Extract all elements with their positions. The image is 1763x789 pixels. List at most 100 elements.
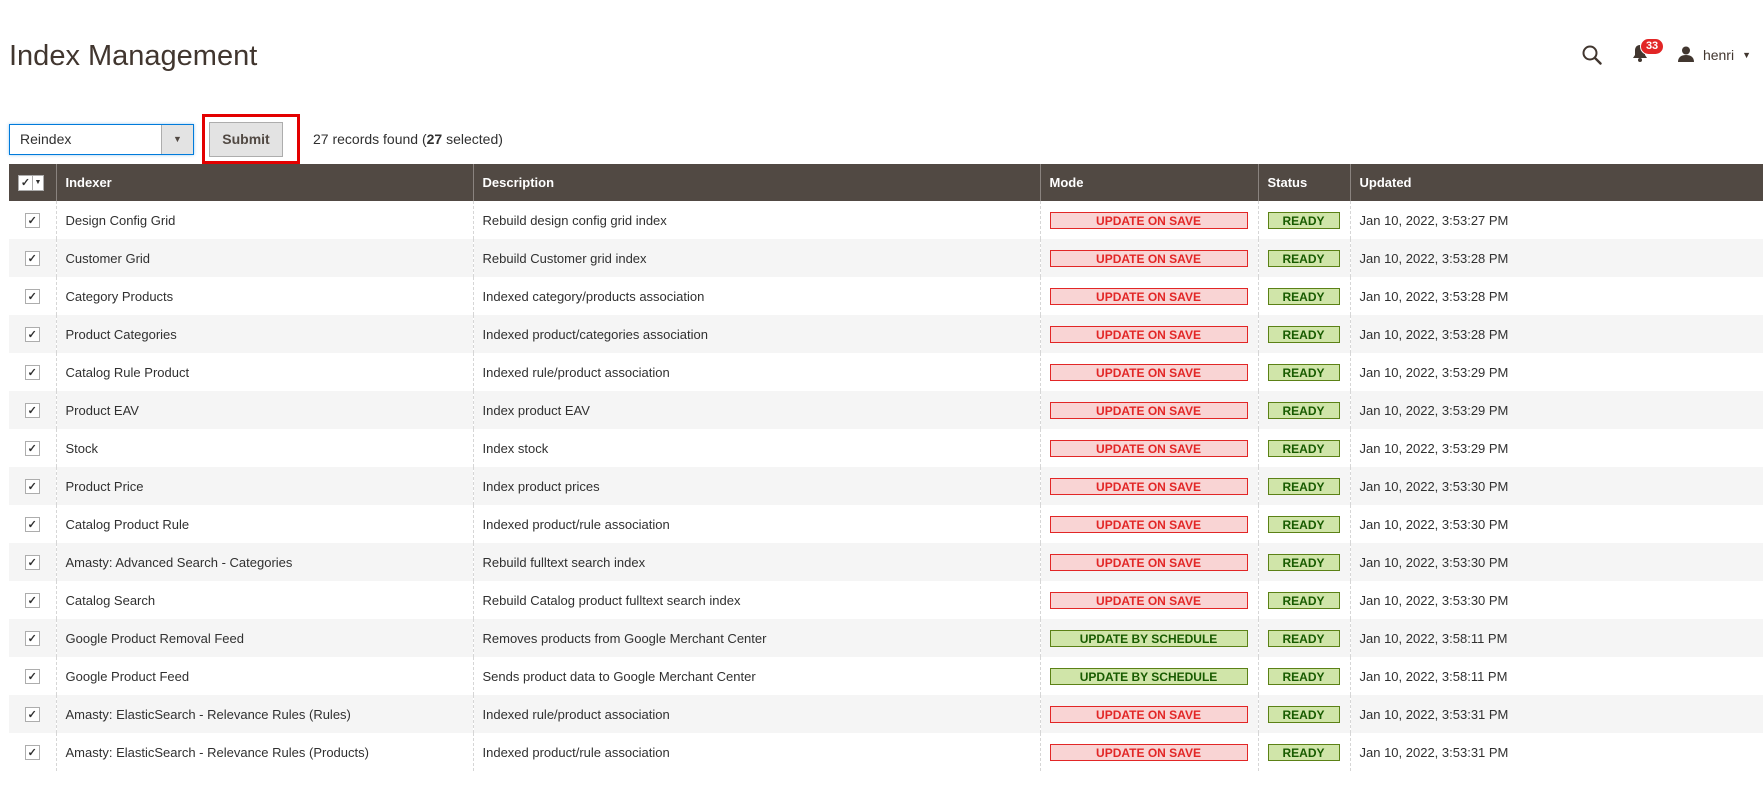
checkmark-icon: ✓ <box>27 253 37 265</box>
row-checkbox[interactable]: ✓ <box>24 251 40 266</box>
indexer-description: Removes products from Google Merchant Ce… <box>472 619 1040 657</box>
mode-cell: UPDATE ON SAVE <box>1039 505 1258 543</box>
row-checkbox[interactable]: ✓ <box>24 517 40 532</box>
status-badge: READY <box>1267 667 1340 685</box>
indexer-description: Indexed product/rule association <box>472 733 1040 771</box>
status-badge: READY <box>1267 439 1340 457</box>
column-header-updated[interactable]: Updated <box>1349 164 1763 201</box>
status-cell: READY <box>1257 581 1350 619</box>
table-row: ✓ Catalog Rule Product Indexed rule/produc… <box>9 353 1763 391</box>
mass-action-select[interactable]: Reindex ▼ <box>9 123 194 155</box>
table-row: ✓ Google Product Feed Sends product data t… <box>9 657 1763 695</box>
chevron-down-icon: ▼ <box>1742 50 1751 60</box>
header-actions: 33 henri ▼ <box>1577 38 1751 70</box>
updated-at: Jan 10, 2022, 3:53:29 PM <box>1349 353 1763 391</box>
row-select-cell: ✓ <box>9 391 56 429</box>
search-icon[interactable] <box>1577 40 1607 70</box>
row-select-cell: ✓ <box>9 657 56 695</box>
selected-count: 27 <box>426 131 443 147</box>
submit-button[interactable]: Submit <box>209 121 283 157</box>
status-cell: READY <box>1257 505 1350 543</box>
table-row: ✓ Category Products Indexed category/produ… <box>9 277 1763 315</box>
checkmark-icon: ✓ <box>27 329 37 341</box>
status-badge: READY <box>1267 515 1340 533</box>
row-checkbox[interactable]: ✓ <box>24 631 40 646</box>
indexer-grid: ✓ ▼ Indexer Description Mode Status Upda… <box>9 164 1763 771</box>
mode-cell: UPDATE ON SAVE <box>1039 391 1258 429</box>
table-row: ✓ Amasty: ElasticSearch - Relevance Rules… <box>9 733 1763 771</box>
table-row: ✓ Amasty: ElasticSearch - Relevance Rules… <box>9 695 1763 733</box>
mode-badge: UPDATE ON SAVE <box>1049 591 1248 609</box>
indexer-name: Category Products <box>55 277 473 315</box>
indexer-description: Rebuild Catalog product fulltext search … <box>472 581 1040 619</box>
row-checkbox[interactable]: ✓ <box>24 365 40 380</box>
indexer-description: Index product prices <box>472 467 1040 505</box>
row-checkbox[interactable]: ✓ <box>24 213 40 228</box>
mass-action-select-value: Reindex <box>20 131 72 147</box>
records-found-number: 27 <box>313 131 329 147</box>
checkmark-icon: ✓ <box>27 215 37 227</box>
indexer-name: Amasty: Advanced Search - Categories <box>55 543 473 581</box>
updated-at: Jan 10, 2022, 3:58:11 PM <box>1349 657 1763 695</box>
row-checkbox[interactable]: ✓ <box>24 555 40 570</box>
indexer-description: Indexed product/categories association <box>472 315 1040 353</box>
notifications-button[interactable]: 33 <box>1629 38 1665 68</box>
row-checkbox[interactable]: ✓ <box>24 745 40 760</box>
row-checkbox[interactable]: ✓ <box>24 593 40 608</box>
indexer-description: Sends product data to Google Merchant Ce… <box>472 657 1040 695</box>
status-badge: READY <box>1267 249 1340 267</box>
row-select-cell: ✓ <box>9 581 56 619</box>
status-cell: READY <box>1257 201 1350 239</box>
mass-action-toolbar: Reindex ▼ Submit 27 records found (27 se… <box>9 114 503 164</box>
column-header-indexer[interactable]: Indexer <box>55 164 473 201</box>
mode-badge: UPDATE BY SCHEDULE <box>1049 667 1248 685</box>
column-header-description[interactable]: Description <box>472 164 1040 201</box>
row-checkbox[interactable]: ✓ <box>24 707 40 722</box>
column-header-status[interactable]: Status <box>1257 164 1350 201</box>
indexer-description: Index product EAV <box>472 391 1040 429</box>
indexer-name: Google Product Feed <box>55 657 473 695</box>
table-row: ✓ Design Config Grid Rebuild design config… <box>9 201 1763 239</box>
status-badge: READY <box>1267 401 1340 419</box>
chevron-down-icon[interactable]: ▼ <box>32 175 43 190</box>
row-checkbox[interactable]: ✓ <box>24 289 40 304</box>
updated-at: Jan 10, 2022, 3:53:28 PM <box>1349 315 1763 353</box>
checkmark-icon: ✓ <box>27 519 37 531</box>
row-checkbox[interactable]: ✓ <box>24 441 40 456</box>
mass-select-checkbox[interactable]: ✓ ▼ <box>18 174 44 191</box>
checkmark-icon: ✓ <box>27 595 37 607</box>
row-select-cell: ✓ <box>9 201 56 239</box>
row-select-cell: ✓ <box>9 543 56 581</box>
row-checkbox[interactable]: ✓ <box>24 327 40 342</box>
updated-at: Jan 10, 2022, 3:53:31 PM <box>1349 695 1763 733</box>
table-row: ✓ Product Price Index product prices UPDATE… <box>9 467 1763 505</box>
table-row: ✓ Product Categories Indexed product/categ… <box>9 315 1763 353</box>
indexer-name: Google Product Removal Feed <box>55 619 473 657</box>
column-header-mode[interactable]: Mode <box>1039 164 1258 201</box>
status-badge: READY <box>1267 211 1340 229</box>
indexer-name: Product Categories <box>55 315 473 353</box>
mode-badge: UPDATE ON SAVE <box>1049 211 1248 229</box>
indexer-name: Design Config Grid <box>55 201 473 239</box>
mode-cell: UPDATE ON SAVE <box>1039 353 1258 391</box>
row-checkbox[interactable]: ✓ <box>24 403 40 418</box>
status-cell: READY <box>1257 695 1350 733</box>
status-cell: READY <box>1257 543 1350 581</box>
row-select-cell: ✓ <box>9 733 56 771</box>
indexer-name: Amasty: ElasticSearch - Relevance Rules … <box>55 733 473 771</box>
user-icon <box>1677 46 1695 65</box>
user-menu[interactable]: henri ▼ <box>1677 46 1751 65</box>
status-cell: READY <box>1257 315 1350 353</box>
user-name: henri <box>1702 47 1735 63</box>
row-checkbox[interactable]: ✓ <box>24 669 40 684</box>
checkmark-icon: ✓ <box>27 405 37 417</box>
status-badge: READY <box>1267 591 1340 609</box>
updated-at: Jan 10, 2022, 3:53:30 PM <box>1349 505 1763 543</box>
mode-badge: UPDATE ON SAVE <box>1049 401 1248 419</box>
mode-badge: UPDATE ON SAVE <box>1049 705 1248 723</box>
mode-cell: UPDATE BY SCHEDULE <box>1039 657 1258 695</box>
row-checkbox[interactable]: ✓ <box>24 479 40 494</box>
mode-cell: UPDATE ON SAVE <box>1039 467 1258 505</box>
chevron-down-icon[interactable]: ▼ <box>161 124 193 154</box>
updated-at: Jan 10, 2022, 3:53:30 PM <box>1349 581 1763 619</box>
